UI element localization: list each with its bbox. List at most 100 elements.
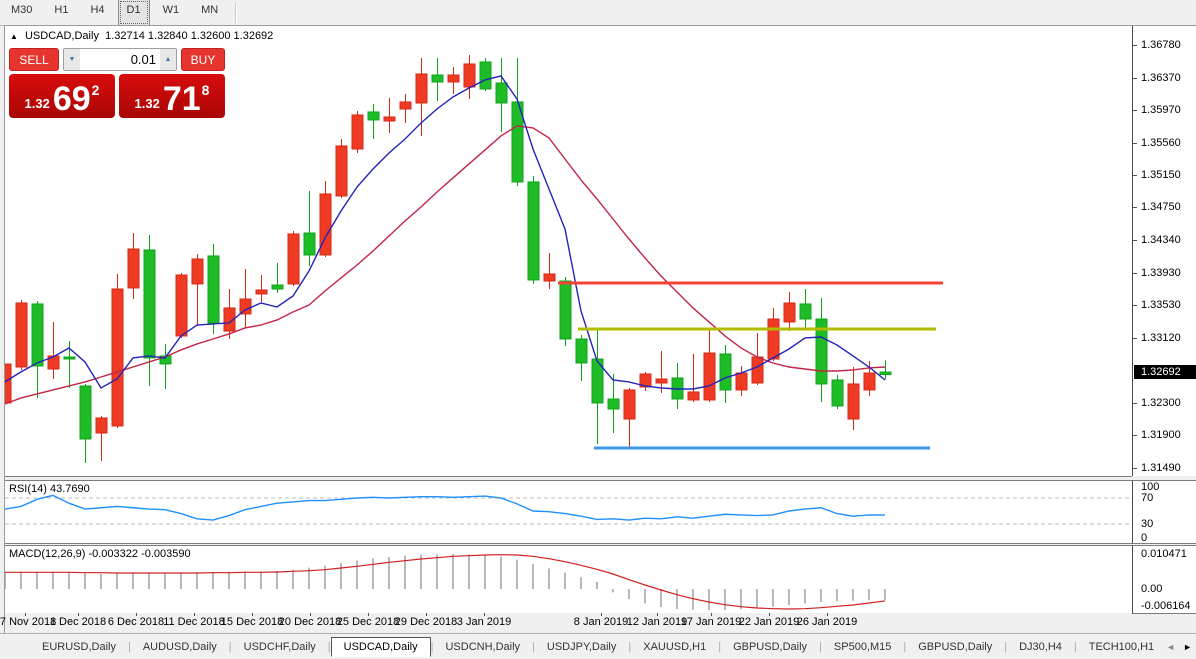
chart-tab-usdjpy-daily[interactable]: USDJPY,Daily	[535, 637, 629, 657]
chart-tab-usdchf-daily[interactable]: USDCHF,Daily	[232, 637, 328, 657]
tab-scroll-left-icon[interactable]: ◄	[1166, 642, 1175, 652]
price-tick-mark	[1133, 305, 1137, 306]
macd-tick-label: 0.00	[1141, 583, 1162, 595]
price-tick-mark	[1133, 175, 1137, 176]
price-tick-label: 1.33530	[1141, 299, 1181, 311]
time-tick-label: 25 Dec 2018	[337, 616, 399, 628]
chart-tab-eurusd-daily[interactable]: EURUSD,Daily	[30, 637, 128, 657]
chart-title: ▲ USDCAD,Daily 1.32714 1.32840 1.32600 1…	[10, 30, 273, 42]
macd-tick-label: 0.010471	[1141, 548, 1187, 560]
sell-price-pip: 2	[92, 82, 100, 98]
price-tick-mark	[1133, 110, 1137, 111]
lot-size-input[interactable]: 0.01	[80, 49, 160, 70]
rsi-tick-label: 70	[1141, 492, 1153, 504]
sell-price-tile[interactable]: 1.32 69 2	[9, 74, 115, 118]
time-tick-label: 12 Jan 2019	[627, 616, 688, 628]
current-price-badge: 1.32692	[1134, 365, 1196, 379]
time-tick-label: 22 Jan 2019	[739, 616, 800, 628]
rsi-indicator-panel[interactable]: RSI(14) 43.7690	[5, 480, 1132, 544]
time-tick-label: 1 Dec 2018	[50, 616, 106, 628]
price-tick-label: 1.32300	[1141, 397, 1181, 409]
price-tick-mark	[1133, 273, 1137, 274]
one-click-trading-widget: SELL ▼ 0.01 ▲ BUY 1.32 69 2 1.32	[9, 48, 225, 118]
chart-tab-audusd-daily[interactable]: AUDUSD,Daily	[131, 637, 229, 657]
timeframe-toolbar: M30H1H4D1W1MN	[0, 0, 1196, 26]
price-axis[interactable]: 1.32692 1.36780 1.36370 1.35970 1.35560 1.35…	[1132, 26, 1196, 476]
buy-price-main: 71	[163, 84, 201, 114]
sell-price-prefix: 1.32	[25, 96, 50, 111]
chart-window: ▲ USDCAD,Daily 1.32714 1.32840 1.32600 1…	[4, 25, 1196, 634]
price-tick-label: 1.33930	[1141, 267, 1181, 279]
timeframe-button-h1[interactable]: H1	[45, 0, 77, 26]
buy-button[interactable]: BUY	[181, 48, 225, 71]
price-tick-label: 1.34750	[1141, 201, 1181, 213]
time-tick-label: 6 Dec 2018	[108, 616, 164, 628]
chart-tab-usdcnh-daily[interactable]: USDCNH,Daily	[433, 637, 532, 657]
price-tick-label: 1.31490	[1141, 462, 1181, 474]
buy-price-tile[interactable]: 1.32 71 8	[119, 74, 225, 118]
chart-tab-gbpusd-daily[interactable]: GBPUSD,Daily	[721, 637, 819, 657]
time-tick-label: 3 Jan 2019	[457, 616, 511, 628]
macd-tick-label: -0.006164	[1141, 600, 1191, 612]
price-tick-label: 1.36370	[1141, 72, 1181, 84]
chart-tab-sp500-m15[interactable]: SP500,M15	[822, 637, 903, 657]
toolbar-separator	[235, 2, 237, 23]
price-tick-mark	[1133, 78, 1137, 79]
price-tick-label: 1.36780	[1141, 39, 1181, 51]
price-tick-label: 1.35970	[1141, 104, 1181, 116]
buy-price-prefix: 1.32	[135, 96, 160, 111]
rsi-tick-label: 0	[1141, 532, 1147, 544]
price-tick-label: 1.35560	[1141, 137, 1181, 149]
time-tick-label: 8 Jan 2019	[574, 616, 628, 628]
chart-tab-xauusd-h1[interactable]: XAUUSD,H1	[631, 637, 718, 657]
sell-button[interactable]: SELL	[9, 48, 59, 71]
price-tick-label: 1.31900	[1141, 429, 1181, 441]
lot-increase-button[interactable]: ▲	[160, 49, 176, 70]
chart-tab-dj30-h4[interactable]: DJ30,H4	[1007, 637, 1074, 657]
timeframe-button-w1[interactable]: W1	[154, 0, 189, 26]
time-tick-label: 15 Dec 2018	[221, 616, 283, 628]
lot-stepper: ▼ 0.01 ▲	[63, 48, 177, 71]
price-tick-mark	[1133, 435, 1137, 436]
buy-price-pip: 8	[202, 82, 210, 98]
sell-price-main: 69	[53, 84, 91, 114]
tab-scroll-right-icon[interactable]: ►	[1183, 642, 1192, 652]
time-tick-label: 17 Jan 2019	[681, 616, 742, 628]
timeframe-button-h4[interactable]: H4	[81, 0, 113, 26]
price-tick-mark	[1133, 468, 1137, 469]
price-chart-panel[interactable]: ▲ USDCAD,Daily 1.32714 1.32840 1.32600 1…	[5, 26, 1132, 477]
price-tick-mark	[1133, 45, 1137, 46]
collapse-icon[interactable]: ▲	[10, 32, 18, 41]
time-tick-label: 20 Dec 2018	[279, 616, 341, 628]
timeframe-button-mn[interactable]: MN	[192, 0, 227, 26]
time-axis[interactable]: 27 Nov 20181 Dec 20186 Dec 201811 Dec 20…	[5, 613, 1132, 634]
price-tick-mark	[1133, 143, 1137, 144]
chart-tab-gbpusd-daily[interactable]: GBPUSD,Daily	[906, 637, 1004, 657]
chart-tab-usdcad-daily[interactable]: USDCAD,Daily	[331, 637, 431, 657]
time-tick-label: 26 Jan 2019	[797, 616, 858, 628]
macd-axis[interactable]: 0.010471 0.00 -0.006164	[1132, 545, 1196, 614]
lot-decrease-button[interactable]: ▼	[64, 49, 80, 70]
time-tick-label: 11 Dec 2018	[163, 616, 225, 628]
price-tick-mark	[1133, 338, 1137, 339]
rsi-axis[interactable]: 10070300	[1132, 480, 1196, 544]
price-tick-mark	[1133, 207, 1137, 208]
price-tick-label: 1.35150	[1141, 169, 1181, 181]
ohlc-values: 1.32714 1.32840 1.32600 1.32692	[105, 30, 273, 42]
macd-label: MACD(12,26,9) -0.003322 -0.003590	[9, 548, 191, 560]
chart-tab-bar: EURUSD,Daily|AUDUSD,Daily|USDCHF,Daily|U…	[0, 633, 1196, 659]
timeframe-button-d1[interactable]: D1	[118, 0, 150, 26]
mt4-window: M30H1H4D1W1MN ▲ USDCAD,Daily 1.32714 1.3…	[0, 0, 1196, 659]
time-tick-label: 29 Dec 2018	[395, 616, 457, 628]
chart-tab-tech100-h1[interactable]: TECH100,H1	[1077, 637, 1166, 657]
rsi-chart[interactable]	[5, 481, 1132, 543]
rsi-tick-label: 30	[1141, 518, 1153, 530]
timeframe-button-m30[interactable]: M30	[2, 0, 41, 26]
macd-indicator-panel[interactable]: MACD(12,26,9) -0.003322 -0.003590	[5, 545, 1132, 614]
rsi-label: RSI(14) 43.7690	[9, 483, 90, 495]
symbol-name: USDCAD,Daily	[25, 30, 99, 42]
price-tick-mark	[1133, 240, 1137, 241]
price-tick-label: 1.33120	[1141, 332, 1181, 344]
time-tick-label: 27 Nov 2018	[0, 616, 56, 628]
price-tick-mark	[1133, 403, 1137, 404]
